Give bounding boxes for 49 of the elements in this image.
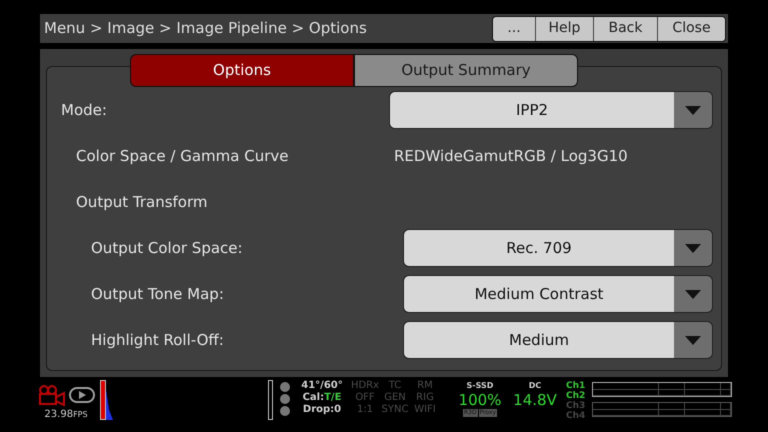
caret-icon <box>685 106 701 114</box>
caret-icon <box>685 244 701 252</box>
header-button[interactable]: ... <box>493 16 535 40</box>
header-button[interactable]: Close <box>657 16 725 40</box>
dropdown[interactable]: Rec. 709 <box>403 229 713 267</box>
media-label: S-SSD <box>466 380 494 392</box>
field-label: Mode: <box>61 100 107 121</box>
level-meter <box>268 380 273 420</box>
status-text: RIG <box>416 392 434 404</box>
status-text: HDRx <box>350 380 380 392</box>
dropdown[interactable]: Medium <box>403 321 713 359</box>
fps-value: 23.98 <box>44 409 74 421</box>
field-label: Output Color Space: <box>91 238 243 259</box>
power-value: 14.8V <box>513 392 557 409</box>
cal-label: Cal: <box>302 392 324 404</box>
status-text: TC <box>388 380 402 392</box>
tab[interactable]: Options <box>130 54 354 87</box>
channel-label: Ch3 <box>566 401 586 411</box>
tab[interactable]: Output Summary <box>354 54 578 87</box>
breadcrumb: Menu > Image > Image Pipeline > Options <box>44 18 367 40</box>
status-text: 1:1 <box>356 404 374 416</box>
field-value: REDWideGamutRGB / Log3G10 <box>394 146 628 167</box>
field-label: Output Tone Map: <box>91 284 224 305</box>
dropdown[interactable]: Medium Contrast <box>403 275 713 313</box>
power-label: DC <box>528 380 542 392</box>
media-value: 100% <box>458 392 502 409</box>
header-button[interactable]: Help <box>535 16 593 40</box>
dropdown[interactable]: IPP2 <box>389 91 713 129</box>
status-text: RM <box>417 380 433 392</box>
status-text: SYNC <box>382 404 408 416</box>
histogram-drawing <box>100 380 114 420</box>
temperature: 41°/60° <box>301 380 343 392</box>
channel-label: Ch4 <box>566 411 586 421</box>
field-label: Highlight Roll-Off: <box>91 330 224 351</box>
fps-unit: FPS <box>73 409 88 421</box>
drop-count: Drop:0 <box>302 404 342 416</box>
cal-value: T/E <box>324 392 342 404</box>
play-icon <box>68 387 94 403</box>
channel-label: Ch2 <box>566 391 586 401</box>
section-heading: Output Transform <box>76 192 208 213</box>
status-text: GEN <box>384 392 406 404</box>
camera-icon <box>38 384 66 406</box>
channel-label: Ch1 <box>566 381 586 391</box>
status-text: WIFI <box>414 404 436 416</box>
field-label: Color Space / Gamma Curve <box>76 146 290 167</box>
header-button[interactable]: Back <box>593 16 657 40</box>
caret-icon <box>685 336 701 344</box>
caret-icon <box>685 290 701 298</box>
status-text: OFF <box>355 392 375 404</box>
